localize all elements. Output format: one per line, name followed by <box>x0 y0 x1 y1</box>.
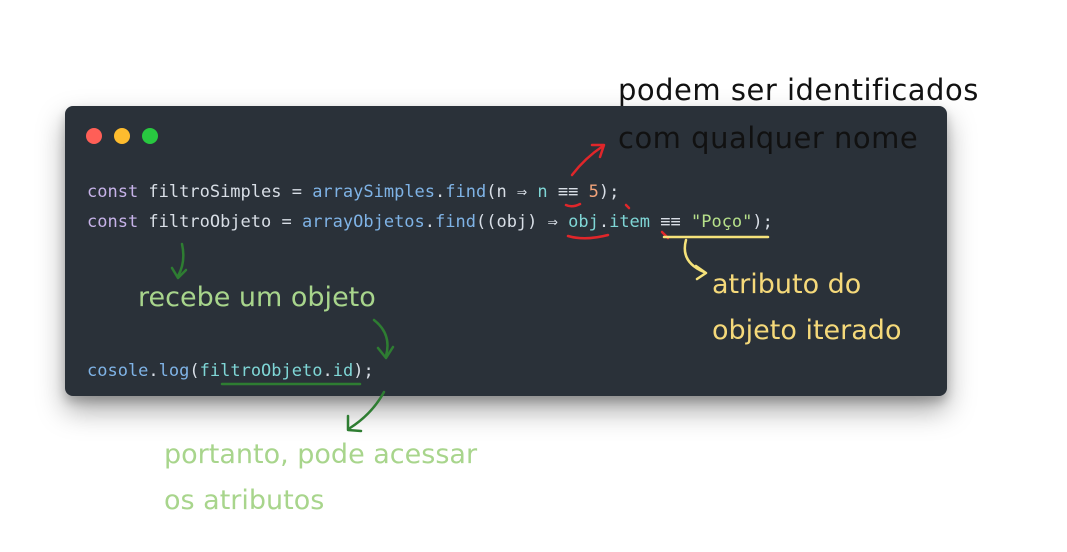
red-underline-obj <box>566 233 610 240</box>
yellow-arrow-icon <box>683 238 706 274</box>
green-arrow-icon-left <box>176 242 185 278</box>
red-underline-n-use <box>624 203 631 210</box>
annotation-overlay <box>170 143 770 433</box>
green-arrow-icon-bottom <box>348 390 386 430</box>
red-arrow-icon <box>570 144 605 177</box>
red-underline-n <box>564 202 582 208</box>
